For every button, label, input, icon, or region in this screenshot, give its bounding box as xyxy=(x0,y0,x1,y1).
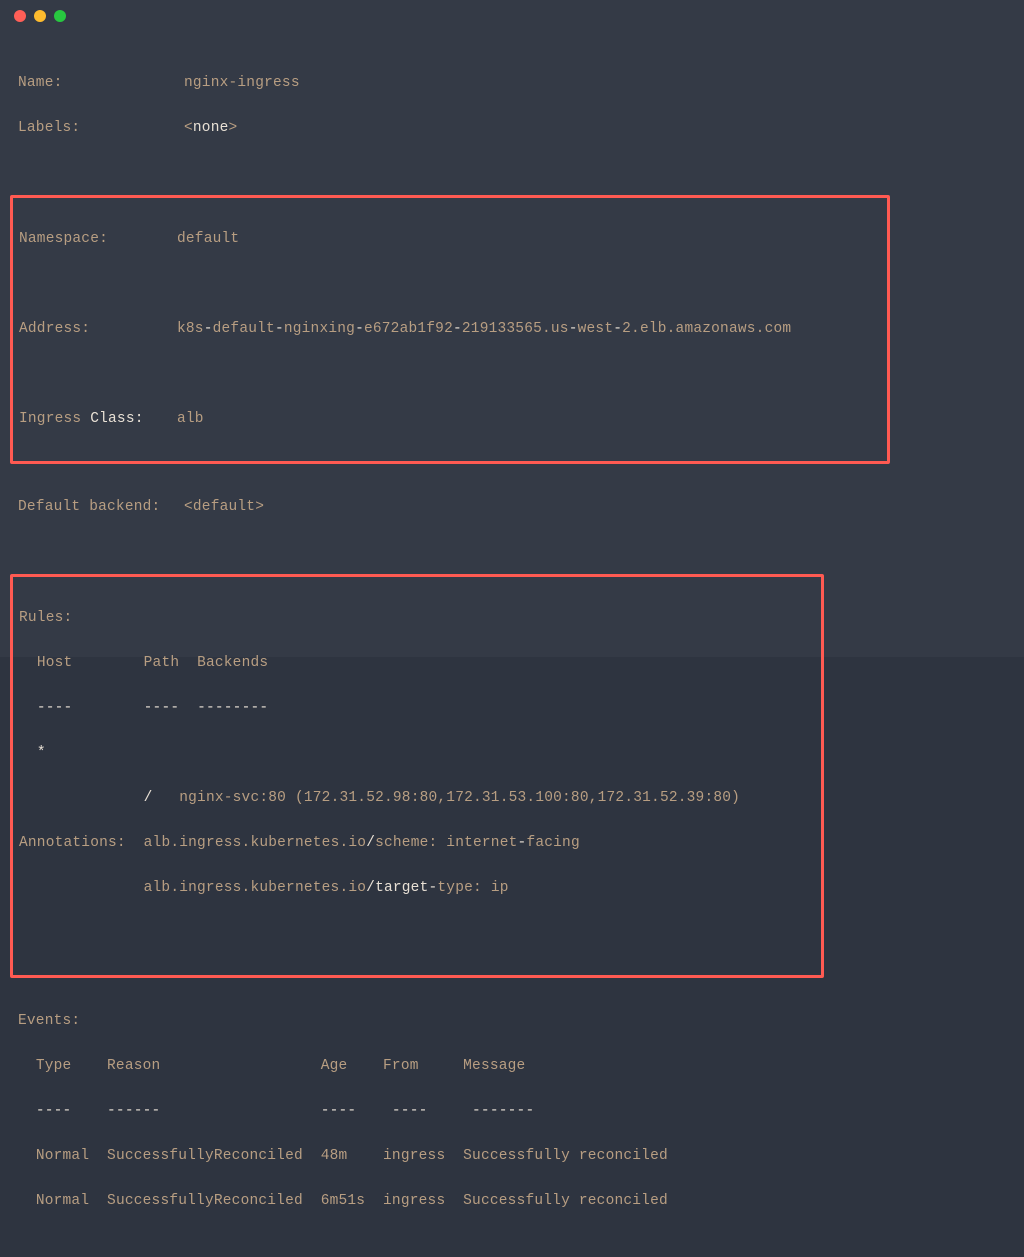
name-label: Name: xyxy=(18,72,184,94)
close-icon[interactable] xyxy=(14,10,26,22)
terminal-window: Name:nginx-ingress Labels:<none> Namespa… xyxy=(0,0,1024,657)
namespace-value: default xyxy=(177,231,239,247)
annotations-row-2: alb.ingress.kubernetes.io/target-type: i… xyxy=(19,877,815,899)
rules-underline: ---- ---- -------- xyxy=(19,697,815,719)
event-row: Normal SuccessfullyReconciled 48m ingres… xyxy=(18,1145,1006,1167)
default-backend-label: Default backend: xyxy=(18,496,184,518)
labels-value-none: none xyxy=(193,120,229,136)
rules-host-star: * xyxy=(37,745,46,761)
namespace-label: Namespace: xyxy=(19,228,177,250)
terminal-output: Name:nginx-ingress Labels:<none> Namespa… xyxy=(0,32,1024,1257)
events-label: Events: xyxy=(18,1010,1006,1032)
maximize-icon[interactable] xyxy=(54,10,66,22)
default-backend-value: <default> xyxy=(184,499,264,515)
rules-row: / nginx-svc:80 (172.31.52.98:80,172.31.5… xyxy=(19,787,815,809)
minimize-icon[interactable] xyxy=(34,10,46,22)
name-value: nginx-ingress xyxy=(184,75,300,91)
address-value: k8s-default-nginxing-e672ab1f92-21913356… xyxy=(177,321,791,337)
annotations-row-1: Annotations: alb.ingress.kubernetes.io/s… xyxy=(19,832,815,854)
ingress-class-label: Ingress Class: xyxy=(19,408,177,430)
events-underline: ---- ------ ---- ---- ------- xyxy=(18,1100,1006,1122)
rules-label: Rules: xyxy=(19,607,815,629)
events-header: Type Reason Age From Message xyxy=(18,1055,1006,1077)
labels-value-pre: < xyxy=(184,120,193,136)
ingress-class-value: alb xyxy=(177,411,204,427)
titlebar xyxy=(0,0,1024,32)
rules-header: Host Path Backends xyxy=(19,652,815,674)
event-row: Normal SuccessfullyReconciled 6m51s ingr… xyxy=(18,1190,1006,1212)
highlight-box-1: Namespace:default Address:k8s-default-ng… xyxy=(10,195,890,464)
address-label: Address: xyxy=(19,318,177,340)
labels-value-suf: > xyxy=(229,120,238,136)
highlight-box-2: Rules: Host Path Backends ---- ---- ----… xyxy=(10,574,824,978)
labels-label: Labels: xyxy=(18,117,184,139)
